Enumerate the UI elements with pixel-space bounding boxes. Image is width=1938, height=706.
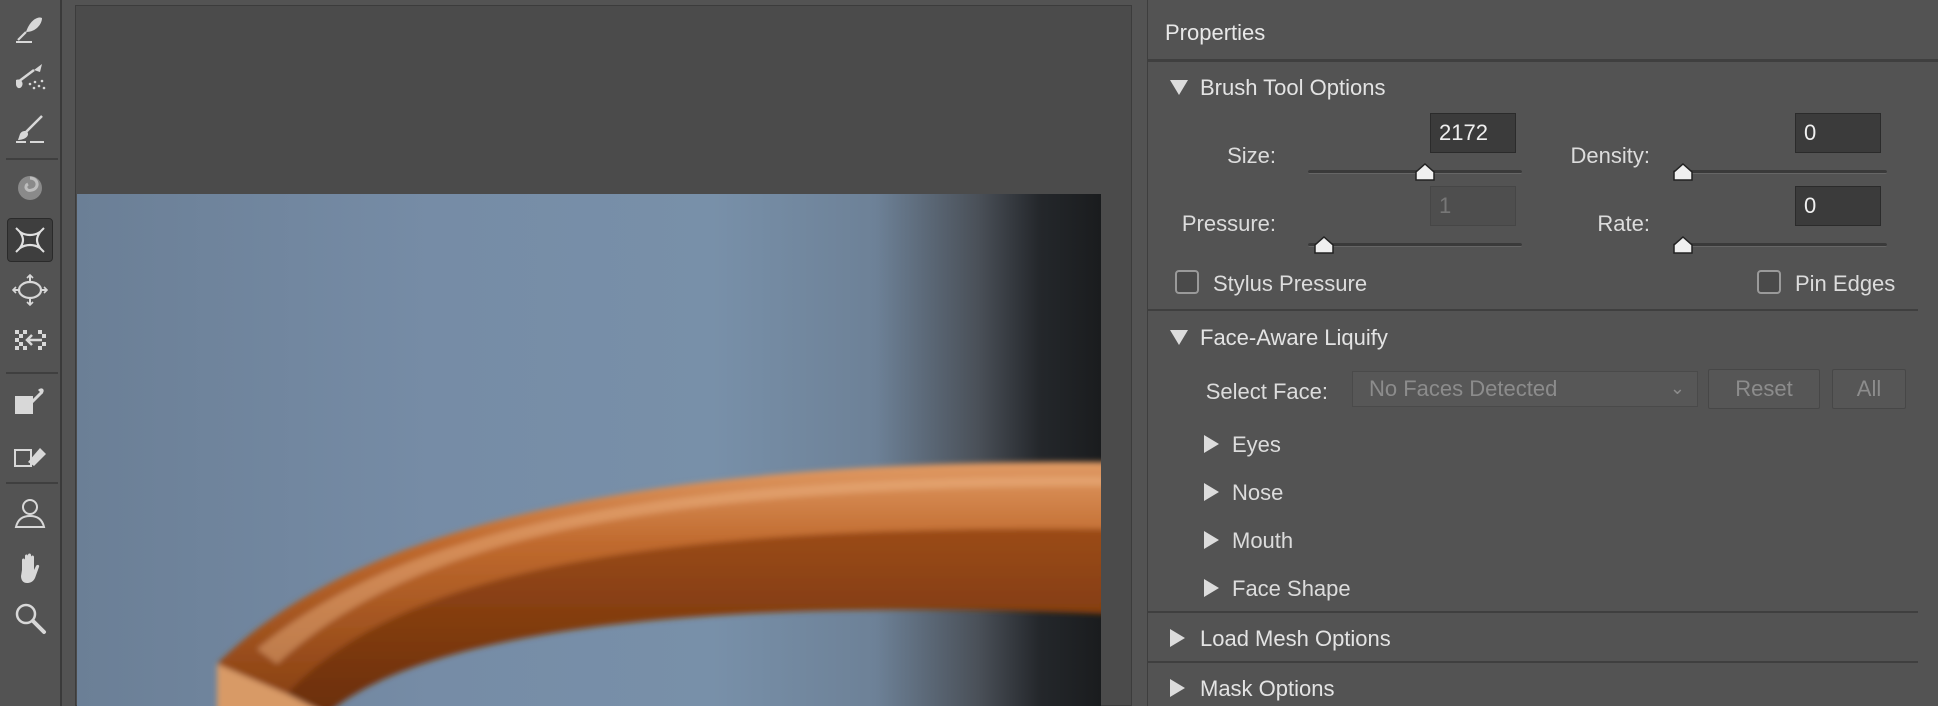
- bloat-tool[interactable]: [7, 268, 53, 312]
- toolbar-separator: [6, 482, 58, 484]
- density-slider-thumb[interactable]: [1673, 163, 1693, 181]
- pressure-slider-track[interactable]: [1308, 243, 1522, 247]
- rate-slider-track[interactable]: [1673, 243, 1887, 247]
- forward-warp-tool[interactable]: [7, 6, 53, 50]
- panel-title: Properties: [1165, 20, 1266, 45]
- push-left-tool-icon: [15, 330, 46, 350]
- eyes-section[interactable]: Eyes: [1232, 432, 1281, 458]
- thaw-mask-tool[interactable]: [7, 432, 53, 476]
- smooth-tool[interactable]: [7, 106, 53, 150]
- pressure-slider-thumb[interactable]: [1314, 236, 1334, 254]
- density-label: Density:: [1570, 143, 1650, 168]
- size-input[interactable]: [1430, 113, 1516, 153]
- pucker-tool[interactable]: [7, 218, 53, 262]
- pin-edges-label[interactable]: Pin Edges: [1795, 271, 1895, 297]
- stylus-pressure-checkbox[interactable]: [1175, 270, 1199, 294]
- toolbar-separator: [6, 372, 58, 374]
- face-shape-section[interactable]: Face Shape: [1232, 576, 1351, 602]
- face-tool-icon: [14, 499, 46, 528]
- freeze-mask-tool[interactable]: [7, 380, 53, 424]
- twirl-clockwise-tool-icon: [18, 176, 42, 200]
- nose-section[interactable]: Nose: [1232, 480, 1283, 506]
- hand-tool[interactable]: [7, 546, 53, 590]
- forward-warp-tool-icon: [16, 17, 42, 43]
- expand-triangle-icon[interactable]: [1204, 531, 1219, 549]
- section-divider: [1148, 661, 1918, 663]
- bloat-tool-icon: [12, 273, 48, 307]
- load-mesh-options-heading[interactable]: Load Mesh Options: [1200, 626, 1391, 652]
- face-tool[interactable]: [7, 490, 53, 534]
- brush-tool-options-heading[interactable]: Brush Tool Options: [1200, 75, 1385, 101]
- pressure-label: Pressure:: [1181, 211, 1276, 236]
- mask-options-heading[interactable]: Mask Options: [1200, 676, 1335, 702]
- select-face-label: Select Face:: [1205, 379, 1328, 404]
- chevron-down-icon: ⌄: [1669, 378, 1685, 398]
- face-aware-liquify-heading[interactable]: Face-Aware Liquify: [1200, 325, 1388, 351]
- size-label: Size:: [1227, 143, 1276, 168]
- collapse-triangle-icon[interactable]: [1170, 80, 1188, 95]
- pucker-tool-icon: [15, 227, 45, 253]
- size-slider-thumb[interactable]: [1414, 163, 1435, 181]
- reset-button[interactable]: Reset: [1708, 369, 1820, 409]
- section-divider: [1148, 611, 1918, 613]
- panel-header: Properties: [1148, 0, 1938, 62]
- canvas-image[interactable]: [77, 194, 1101, 706]
- density-slider-track[interactable]: [1673, 170, 1887, 174]
- rate-input[interactable]: [1795, 186, 1881, 226]
- twirl-clockwise-tool[interactable]: [7, 166, 53, 210]
- toolbar-separator: [6, 158, 58, 160]
- expand-triangle-icon[interactable]: [1204, 579, 1219, 597]
- zoom-tool[interactable]: [7, 596, 53, 640]
- push-left-tool[interactable]: [7, 318, 53, 362]
- photo-bracelet-image: [217, 461, 1101, 706]
- rate-label: Rate:: [1597, 211, 1650, 236]
- pin-edges-checkbox[interactable]: [1757, 270, 1781, 294]
- expand-triangle-icon[interactable]: [1170, 629, 1185, 647]
- select-face-dropdown[interactable]: No Faces Detected ⌄: [1352, 371, 1698, 407]
- expand-triangle-icon[interactable]: [1204, 483, 1219, 501]
- liquify-toolbar: [0, 0, 62, 706]
- reconstruct-tool[interactable]: [7, 56, 53, 100]
- expand-triangle-icon[interactable]: [1204, 435, 1219, 453]
- density-input[interactable]: [1795, 113, 1881, 153]
- all-button[interactable]: All: [1832, 369, 1906, 409]
- properties-panel: Properties Brush Tool Options Size: Dens…: [1147, 0, 1938, 706]
- expand-triangle-icon[interactable]: [1170, 679, 1185, 697]
- stylus-pressure-label[interactable]: Stylus Pressure: [1213, 271, 1367, 297]
- freeze-mask-tool-icon: [15, 388, 44, 414]
- select-face-value: No Faces Detected: [1369, 376, 1558, 401]
- pressure-input[interactable]: [1430, 186, 1516, 226]
- section-divider: [1148, 309, 1918, 311]
- canvas-area[interactable]: [75, 5, 1132, 706]
- mouth-section[interactable]: Mouth: [1232, 528, 1293, 554]
- reconstruct-tool-icon: [16, 64, 46, 90]
- thaw-mask-tool-icon: [14, 448, 46, 467]
- rate-slider-thumb[interactable]: [1673, 236, 1693, 254]
- hand-tool-icon: [21, 553, 40, 583]
- smooth-tool-icon: [16, 115, 44, 143]
- zoom-tool-icon: [15, 603, 46, 634]
- collapse-triangle-icon[interactable]: [1170, 330, 1188, 345]
